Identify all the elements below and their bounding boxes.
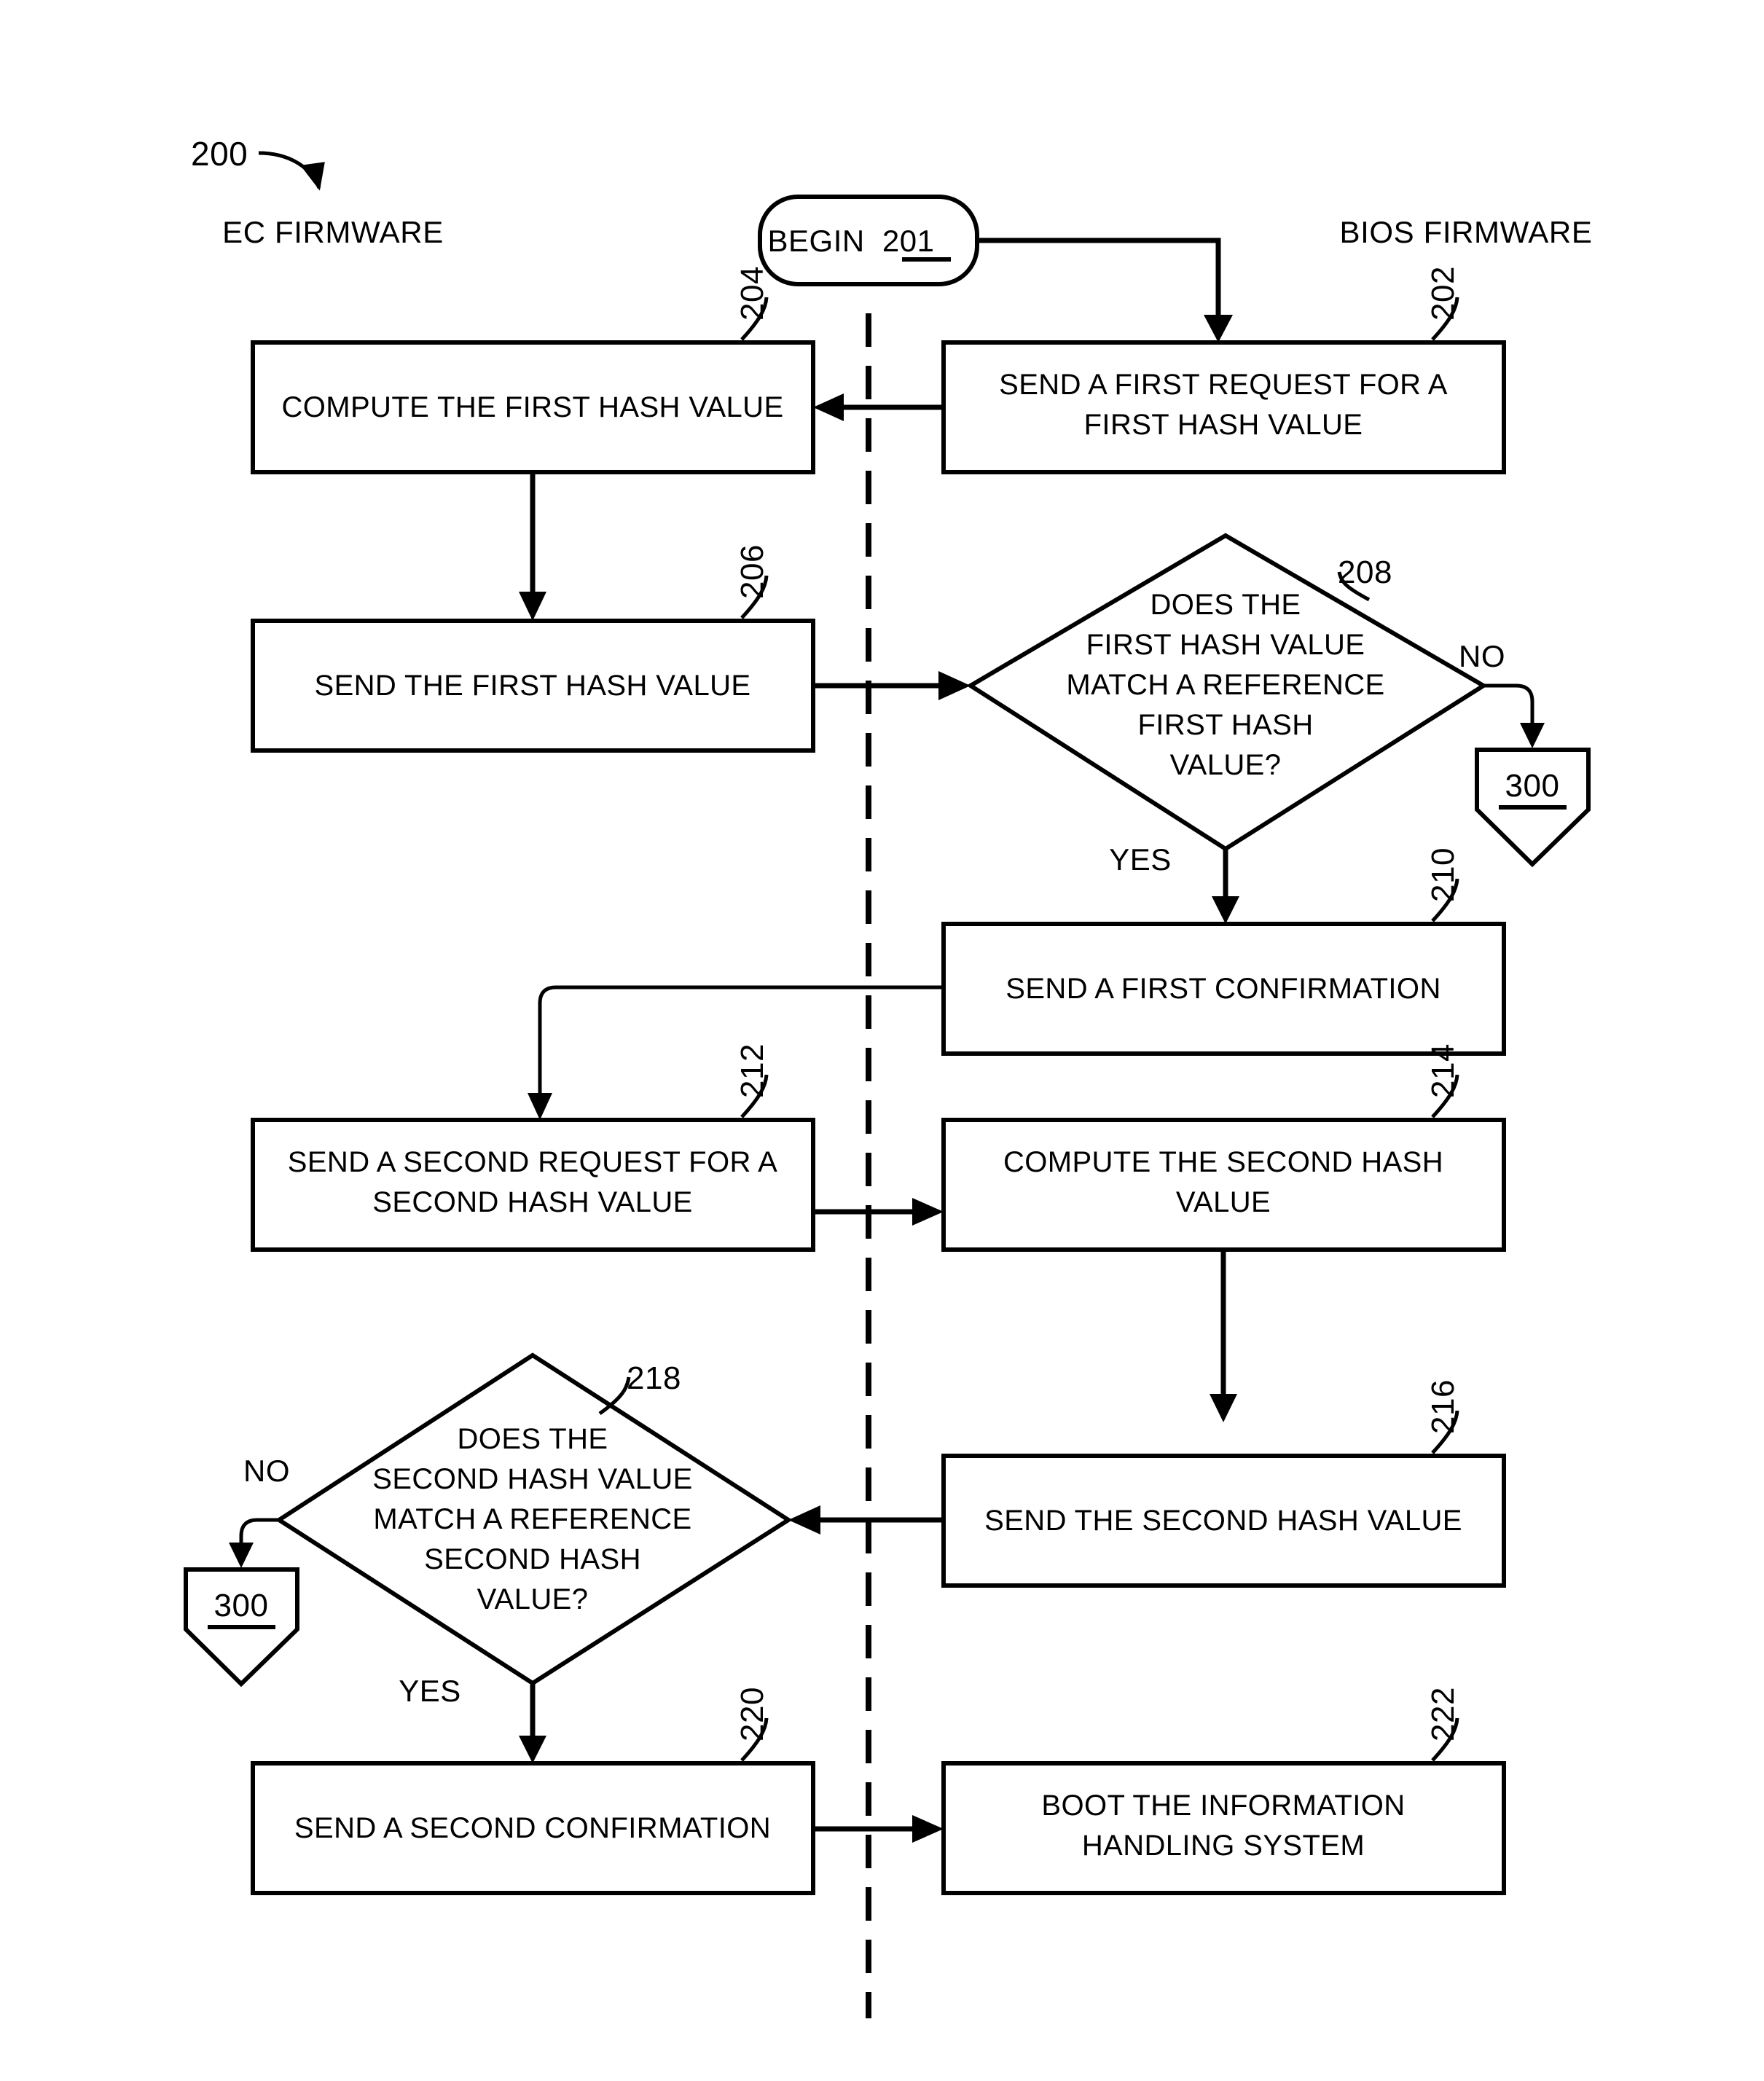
ref-label-212: 212 — [734, 1043, 770, 1098]
flow-214-to-216 — [1210, 1250, 1237, 1422]
flow-210-to-212-arrowhead — [528, 1093, 552, 1120]
offpage-connector-300-upper: 300 — [1475, 748, 1591, 868]
process-box-216-line-1: SEND THE SECOND HASH VALUE — [984, 1505, 1462, 1537]
terminator-begin-text: BEGIN 201 — [768, 224, 935, 258]
decision-diamond-208-line-1: DOES THE — [1150, 589, 1301, 621]
decision-diamond-218-line-4: SECOND HASH — [424, 1543, 641, 1575]
figure-number-group: 200 — [191, 135, 325, 191]
terminator-begin: BEGIN 201 — [758, 195, 979, 286]
decision-diamond-218-line-3: MATCH A REFERENCE — [373, 1503, 691, 1535]
decision-diamond-218-line-5: VALUE? — [477, 1583, 589, 1615]
process-box-214-line-2: VALUE — [1176, 1186, 1271, 1218]
figure-number: 200 — [191, 135, 248, 173]
process-box-202-line-2: FIRST HASH VALUE — [1084, 409, 1363, 441]
ref-label-214: 214 — [1425, 1043, 1461, 1098]
ref-label-220: 220 — [734, 1687, 770, 1741]
branch-218-no-arrowhead — [229, 1543, 254, 1568]
process-box-202: SEND A FIRST REQUEST FOR A FIRST HASH VA… — [941, 266, 1506, 474]
decision-diamond-208: DOES THE FIRST HASH VALUE MATCH A REFERE… — [966, 533, 1488, 852]
decision-diamond-218-line-2: SECOND HASH VALUE — [372, 1463, 693, 1495]
process-box-220-line-1: SEND A SECOND CONFIRMATION — [294, 1812, 771, 1844]
decision-diamond-208-line-3: MATCH A REFERENCE — [1066, 669, 1384, 701]
process-box-222: BOOT THE INFORMATION HANDLING SYSTEM 222 — [941, 1687, 1506, 1895]
process-box-212-line-1: SEND A SECOND REQUEST FOR A — [288, 1146, 777, 1178]
ref-label-206: 206 — [734, 544, 770, 599]
process-box-204: COMPUTE THE FIRST HASH VALUE 204 — [251, 266, 815, 474]
flow-214-to-216-arrowhead — [1210, 1394, 1237, 1422]
ref-label-218: 218 — [627, 1360, 681, 1396]
process-box-214-line-1: COMPUTE THE SECOND HASH — [1003, 1146, 1443, 1178]
figure-leader-arrowhead — [300, 162, 325, 191]
lane-label-bios-firmware: BIOS FIRMWARE — [1340, 215, 1593, 249]
terminator-begin-label: BEGIN — [768, 224, 865, 258]
branch-218-yes-arrowhead — [519, 1736, 546, 1763]
branch-208-yes-arrowhead — [1212, 896, 1239, 924]
decision-diamond-208-line-2: FIRST HASH VALUE — [1086, 629, 1365, 661]
branch-208-no-arrowhead — [1520, 723, 1545, 748]
ref-label-204: 204 — [734, 266, 770, 321]
branch-label-208-no: NO — [1459, 639, 1505, 673]
flow-begin-to-202 — [977, 238, 1233, 342]
decision-diamond-218: DOES THE SECOND HASH VALUE MATCH A REFER… — [275, 1352, 793, 1686]
flow-begin-to-202-path — [977, 238, 1221, 329]
patent-figure: 200 EC FIRMWARE BIOS FIRMWARE BEGIN 201 … — [0, 0, 1764, 2081]
process-box-212-shape — [251, 1118, 815, 1252]
branch-label-218-yes: YES — [399, 1674, 461, 1708]
process-box-214-shape — [941, 1118, 1506, 1252]
branch-label-208-yes: YES — [1109, 842, 1172, 877]
flowchart-diagram: 200 EC FIRMWARE BIOS FIRMWARE BEGIN 201 … — [184, 135, 1593, 2018]
flow-206-to-208-arrowhead — [938, 671, 971, 700]
ref-label-202: 202 — [1425, 266, 1461, 321]
process-box-202-shape — [941, 340, 1506, 474]
lane-label-ec-firmware: EC FIRMWARE — [222, 215, 444, 249]
flow-220-to-222-arrowhead — [912, 1815, 944, 1843]
flow-212-to-214-arrowhead — [912, 1198, 944, 1226]
branch-218-yes: YES — [399, 1674, 546, 1763]
ref-label-208: 208 — [1338, 554, 1392, 590]
flow-220-to-222 — [813, 1815, 944, 1843]
process-box-202-line-1: SEND A FIRST REQUEST FOR A — [999, 369, 1448, 401]
process-box-222-shape — [941, 1761, 1506, 1895]
ref-label-216: 216 — [1425, 1379, 1461, 1434]
branch-208-yes: YES — [1109, 842, 1239, 924]
process-box-206-line-1: SEND THE FIRST HASH VALUE — [314, 670, 750, 702]
terminator-begin-ref: 201 — [882, 224, 935, 258]
ref-label-222: 222 — [1425, 1687, 1461, 1741]
branch-218-no: NO — [229, 1454, 290, 1568]
flow-206-to-208 — [813, 671, 971, 700]
ref-label-210: 210 — [1425, 847, 1461, 902]
decision-diamond-208-line-4: FIRST HASH — [1137, 709, 1313, 741]
decision-diamond-208-line-5: VALUE? — [1170, 749, 1282, 781]
decision-diamond-218-line-1: DOES THE — [458, 1423, 608, 1455]
flow-begin-to-202-arrowhead — [1204, 315, 1233, 342]
process-box-214: COMPUTE THE SECOND HASH VALUE 214 — [941, 1043, 1506, 1252]
branch-label-218-no: NO — [243, 1454, 290, 1488]
process-box-212: SEND A SECOND REQUEST FOR A SECOND HASH … — [251, 1043, 815, 1252]
flow-202-to-204 — [813, 393, 944, 421]
offpage-connector-300-lower-label: 300 — [214, 1588, 269, 1623]
process-box-210-line-1: SEND A FIRST CONFIRMATION — [1006, 973, 1440, 1005]
process-box-204-line-1: COMPUTE THE FIRST HASH VALUE — [281, 391, 783, 423]
flow-212-to-214 — [813, 1198, 944, 1226]
flow-204-to-206-arrowhead — [519, 592, 546, 621]
flow-202-to-204-arrowhead — [813, 393, 844, 421]
process-box-222-line-2: HANDLING SYSTEM — [1082, 1830, 1365, 1862]
process-box-222-line-1: BOOT THE INFORMATION — [1041, 1790, 1405, 1822]
offpage-connector-300-lower: 300 — [184, 1567, 299, 1688]
process-box-212-line-2: SECOND HASH VALUE — [372, 1186, 693, 1218]
flow-204-to-206 — [519, 472, 546, 621]
flow-216-to-218-arrowhead — [788, 1505, 820, 1535]
offpage-connector-300-upper-label: 300 — [1505, 768, 1560, 804]
